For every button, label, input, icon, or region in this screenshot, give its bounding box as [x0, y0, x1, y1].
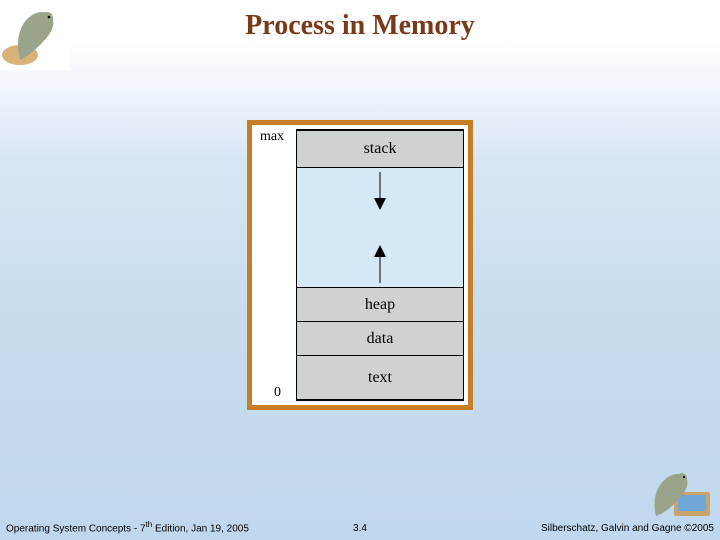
memory-diagram: max 0 stack heap data text	[247, 120, 473, 410]
arrow-shaft-up	[380, 257, 381, 283]
segment-heap: heap	[296, 288, 464, 322]
label-max: max	[260, 129, 284, 145]
arrow-up-icon	[374, 245, 386, 257]
footer-right: Silberschatz, Galvin and Gagne ©2005	[541, 523, 714, 534]
segment-free	[296, 168, 464, 288]
address-space: stack heap data text	[296, 129, 464, 401]
arrow-down-icon	[374, 198, 386, 210]
mascot-icon	[644, 464, 716, 522]
label-zero: 0	[274, 385, 281, 401]
page-title: Process in Memory	[0, 10, 720, 42]
arrow-shaft-down	[380, 172, 381, 198]
segment-stack: stack	[296, 130, 464, 168]
segment-text: text	[296, 356, 464, 400]
segment-data: data	[296, 322, 464, 356]
